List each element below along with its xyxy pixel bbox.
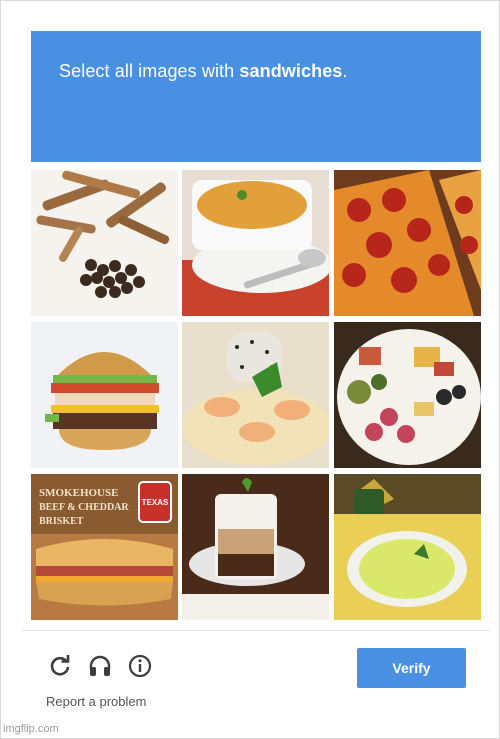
challenge-target: sandwiches (239, 61, 343, 81)
challenge-header: Select all images with sandwiches. (31, 31, 481, 162)
sign-line-2: BEEF & CHEDDAR (39, 502, 129, 513)
sub-sandwich-image: SMOKEHOUSE BEEF & CHEDDAR BRISKET TEXAS (31, 474, 178, 620)
reload-icon[interactable] (47, 653, 73, 679)
image-tile-1[interactable] (31, 170, 178, 316)
image-tile-8[interactable] (182, 474, 329, 620)
image-tile-4[interactable] (31, 322, 178, 468)
headphones-icon[interactable] (87, 653, 113, 679)
footer-divider (22, 630, 490, 631)
image-tile-7[interactable]: SMOKEHOUSE BEEF & CHEDDAR BRISKET TEXAS (31, 474, 178, 620)
badge-text: TEXAS (142, 498, 169, 507)
verify-button[interactable]: Verify (357, 648, 466, 688)
coffee-drink-image (182, 474, 329, 620)
burger-image (31, 322, 178, 468)
challenge-prompt: Select all images with sandwiches. (59, 61, 348, 81)
watermark: imgflip.com (3, 723, 59, 735)
report-problem-link[interactable]: Report a problem (46, 694, 146, 709)
image-tile-6[interactable] (334, 322, 481, 468)
image-tile-5[interactable] (182, 322, 329, 468)
spices-image (31, 170, 178, 316)
sign-line-3: BRISKET (39, 516, 84, 527)
image-tile-9[interactable] (334, 474, 481, 620)
pizza-image (334, 170, 481, 316)
rice-dish-image (182, 322, 329, 468)
sign-line-1: SMOKEHOUSE (39, 487, 118, 499)
guacamole-image (334, 474, 481, 620)
appetizer-plate-image (334, 322, 481, 468)
image-grid: SMOKEHOUSE BEEF & CHEDDAR BRISKET TEXAS (31, 170, 481, 621)
image-tile-3[interactable] (334, 170, 481, 316)
image-tile-2[interactable] (182, 170, 329, 316)
info-icon[interactable] (127, 653, 153, 679)
soup-image (182, 170, 329, 316)
